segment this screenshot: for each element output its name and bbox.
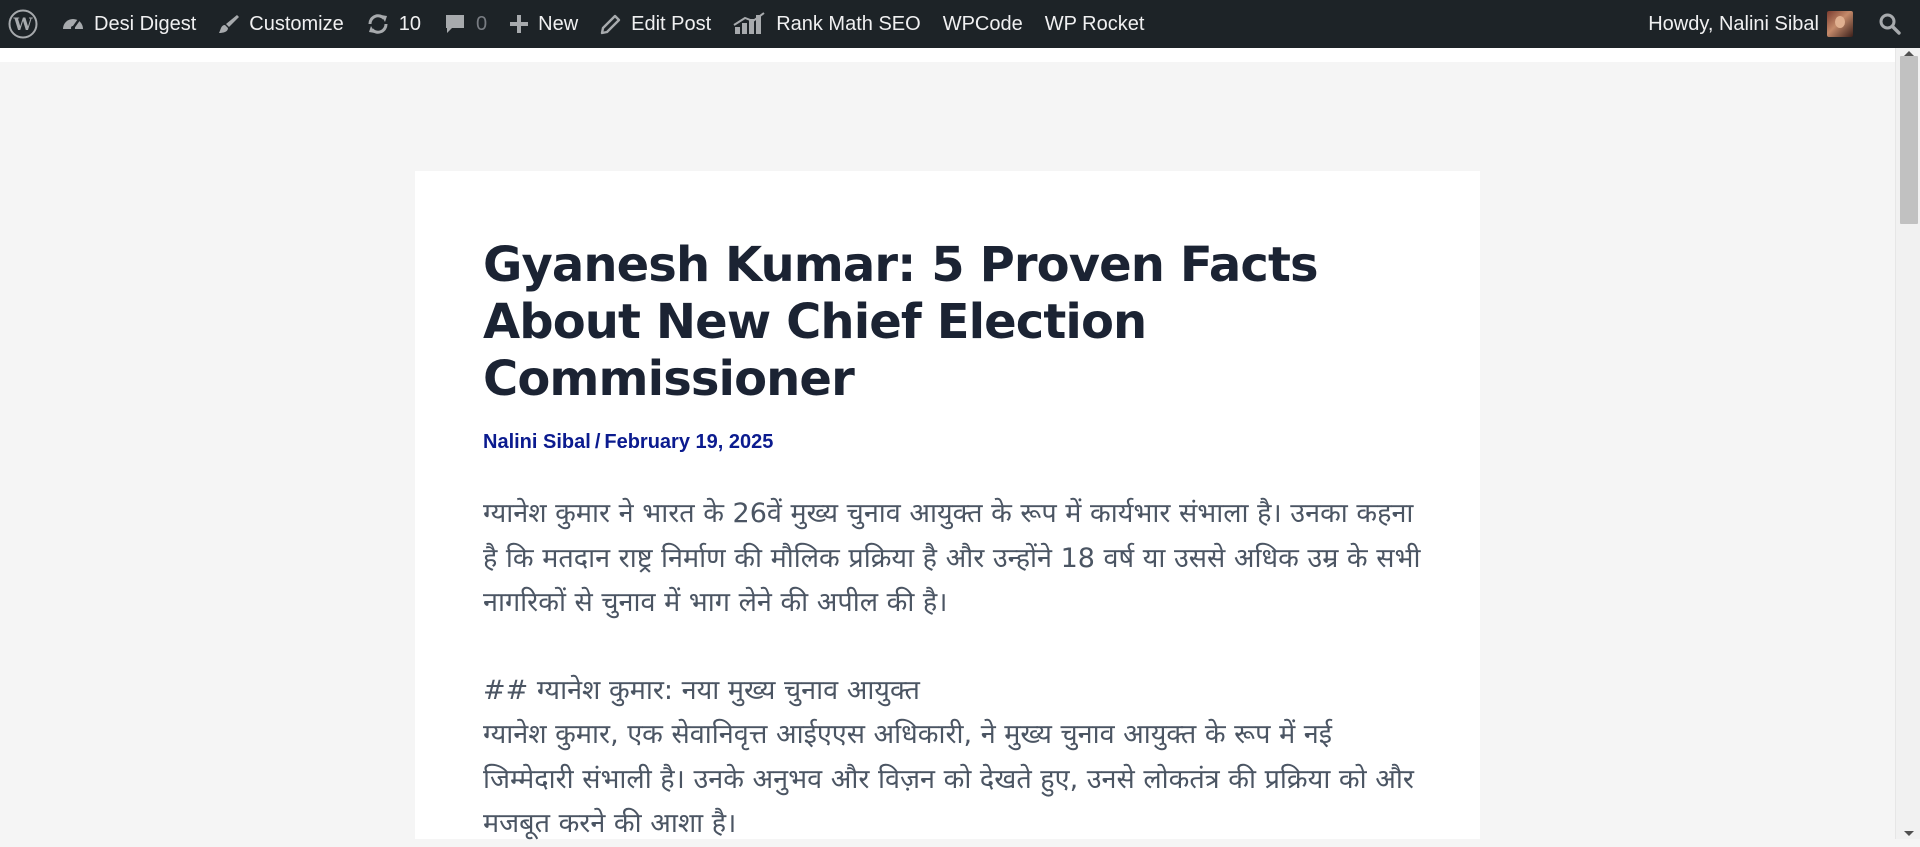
updates-icon — [366, 12, 390, 36]
wp-rocket-menu[interactable]: WP Rocket — [1034, 0, 1156, 48]
edit-post-link[interactable]: Edit Post — [589, 0, 722, 48]
customize-label: Customize — [249, 12, 344, 35]
meta-separator: / — [594, 431, 601, 453]
avatar — [1827, 11, 1853, 37]
rank-math-menu[interactable]: Rank Math SEO — [722, 0, 932, 48]
customize-link[interactable]: Customize — [207, 0, 354, 48]
brush-icon — [218, 13, 240, 35]
plus-icon — [509, 14, 529, 34]
header-band — [0, 48, 1895, 62]
post-date-link[interactable]: February 19, 2025 — [604, 431, 773, 453]
edit-post-label: Edit Post — [631, 12, 712, 35]
search-icon — [1878, 12, 1902, 36]
dashboard-icon — [61, 12, 85, 36]
rank-math-label: Rank Math SEO — [776, 12, 921, 35]
post-article: Gyanesh Kumar: 5 Proven Facts About New … — [415, 171, 1480, 839]
page-scrollbar[interactable] — [1895, 48, 1920, 839]
account-menu[interactable]: Howdy, Nalini Sibal — [1637, 0, 1864, 48]
comments-count: 0 — [476, 12, 488, 35]
search-button[interactable] — [1864, 0, 1920, 48]
svg-text:W: W — [12, 15, 33, 35]
post-subheading: ## ग्यानेश कुमार: नया मुख्य चुनाव आयुक्त — [483, 674, 920, 706]
new-label: New — [538, 12, 579, 35]
updates-count: 10 — [398, 12, 421, 35]
post-meta: Nalini Sibal / February 19, 2025 — [483, 431, 1428, 454]
rank-math-icon — [733, 12, 767, 36]
new-content-menu[interactable]: New — [498, 0, 589, 48]
post-paragraph-2: ग्यानेश कुमार, एक सेवानिवृत्त आईएएस अधिक… — [483, 719, 1414, 839]
post-content: Gyanesh Kumar: 5 Proven Facts About New … — [483, 237, 1428, 847]
wpcode-label: WPCode — [942, 12, 1023, 35]
scroll-down-arrow[interactable] — [1904, 831, 1914, 836]
admin-bar-right: Howdy, Nalini Sibal — [1637, 0, 1920, 48]
comments-link[interactable]: 0 — [432, 0, 498, 48]
admin-bar-left: W Desi Digest Customize 10 0 New Edit Po… — [0, 0, 1155, 48]
scrollbar-thumb[interactable] — [1900, 56, 1918, 224]
wordpress-logo-icon: W — [8, 9, 38, 39]
wp-rocket-label: WP Rocket — [1044, 12, 1145, 35]
comment-icon — [443, 12, 467, 36]
post-paragraph-1: ग्यानेश कुमार ने भारत के 26वें मुख्य चुन… — [483, 498, 1421, 618]
site-name-menu[interactable]: Desi Digest — [50, 0, 207, 48]
pencil-icon — [600, 13, 622, 35]
howdy-label: Howdy, Nalini Sibal — [1648, 12, 1819, 35]
admin-bar: W Desi Digest Customize 10 0 New Edit Po… — [0, 0, 1920, 48]
site-name: Desi Digest — [94, 12, 197, 35]
wp-logo-menu[interactable]: W — [0, 0, 50, 48]
updates-link[interactable]: 10 — [355, 0, 432, 48]
author-link[interactable]: Nalini Sibal — [483, 431, 591, 453]
wpcode-menu[interactable]: WPCode — [932, 0, 1034, 48]
post-title: Gyanesh Kumar: 5 Proven Facts About New … — [483, 237, 1319, 407]
